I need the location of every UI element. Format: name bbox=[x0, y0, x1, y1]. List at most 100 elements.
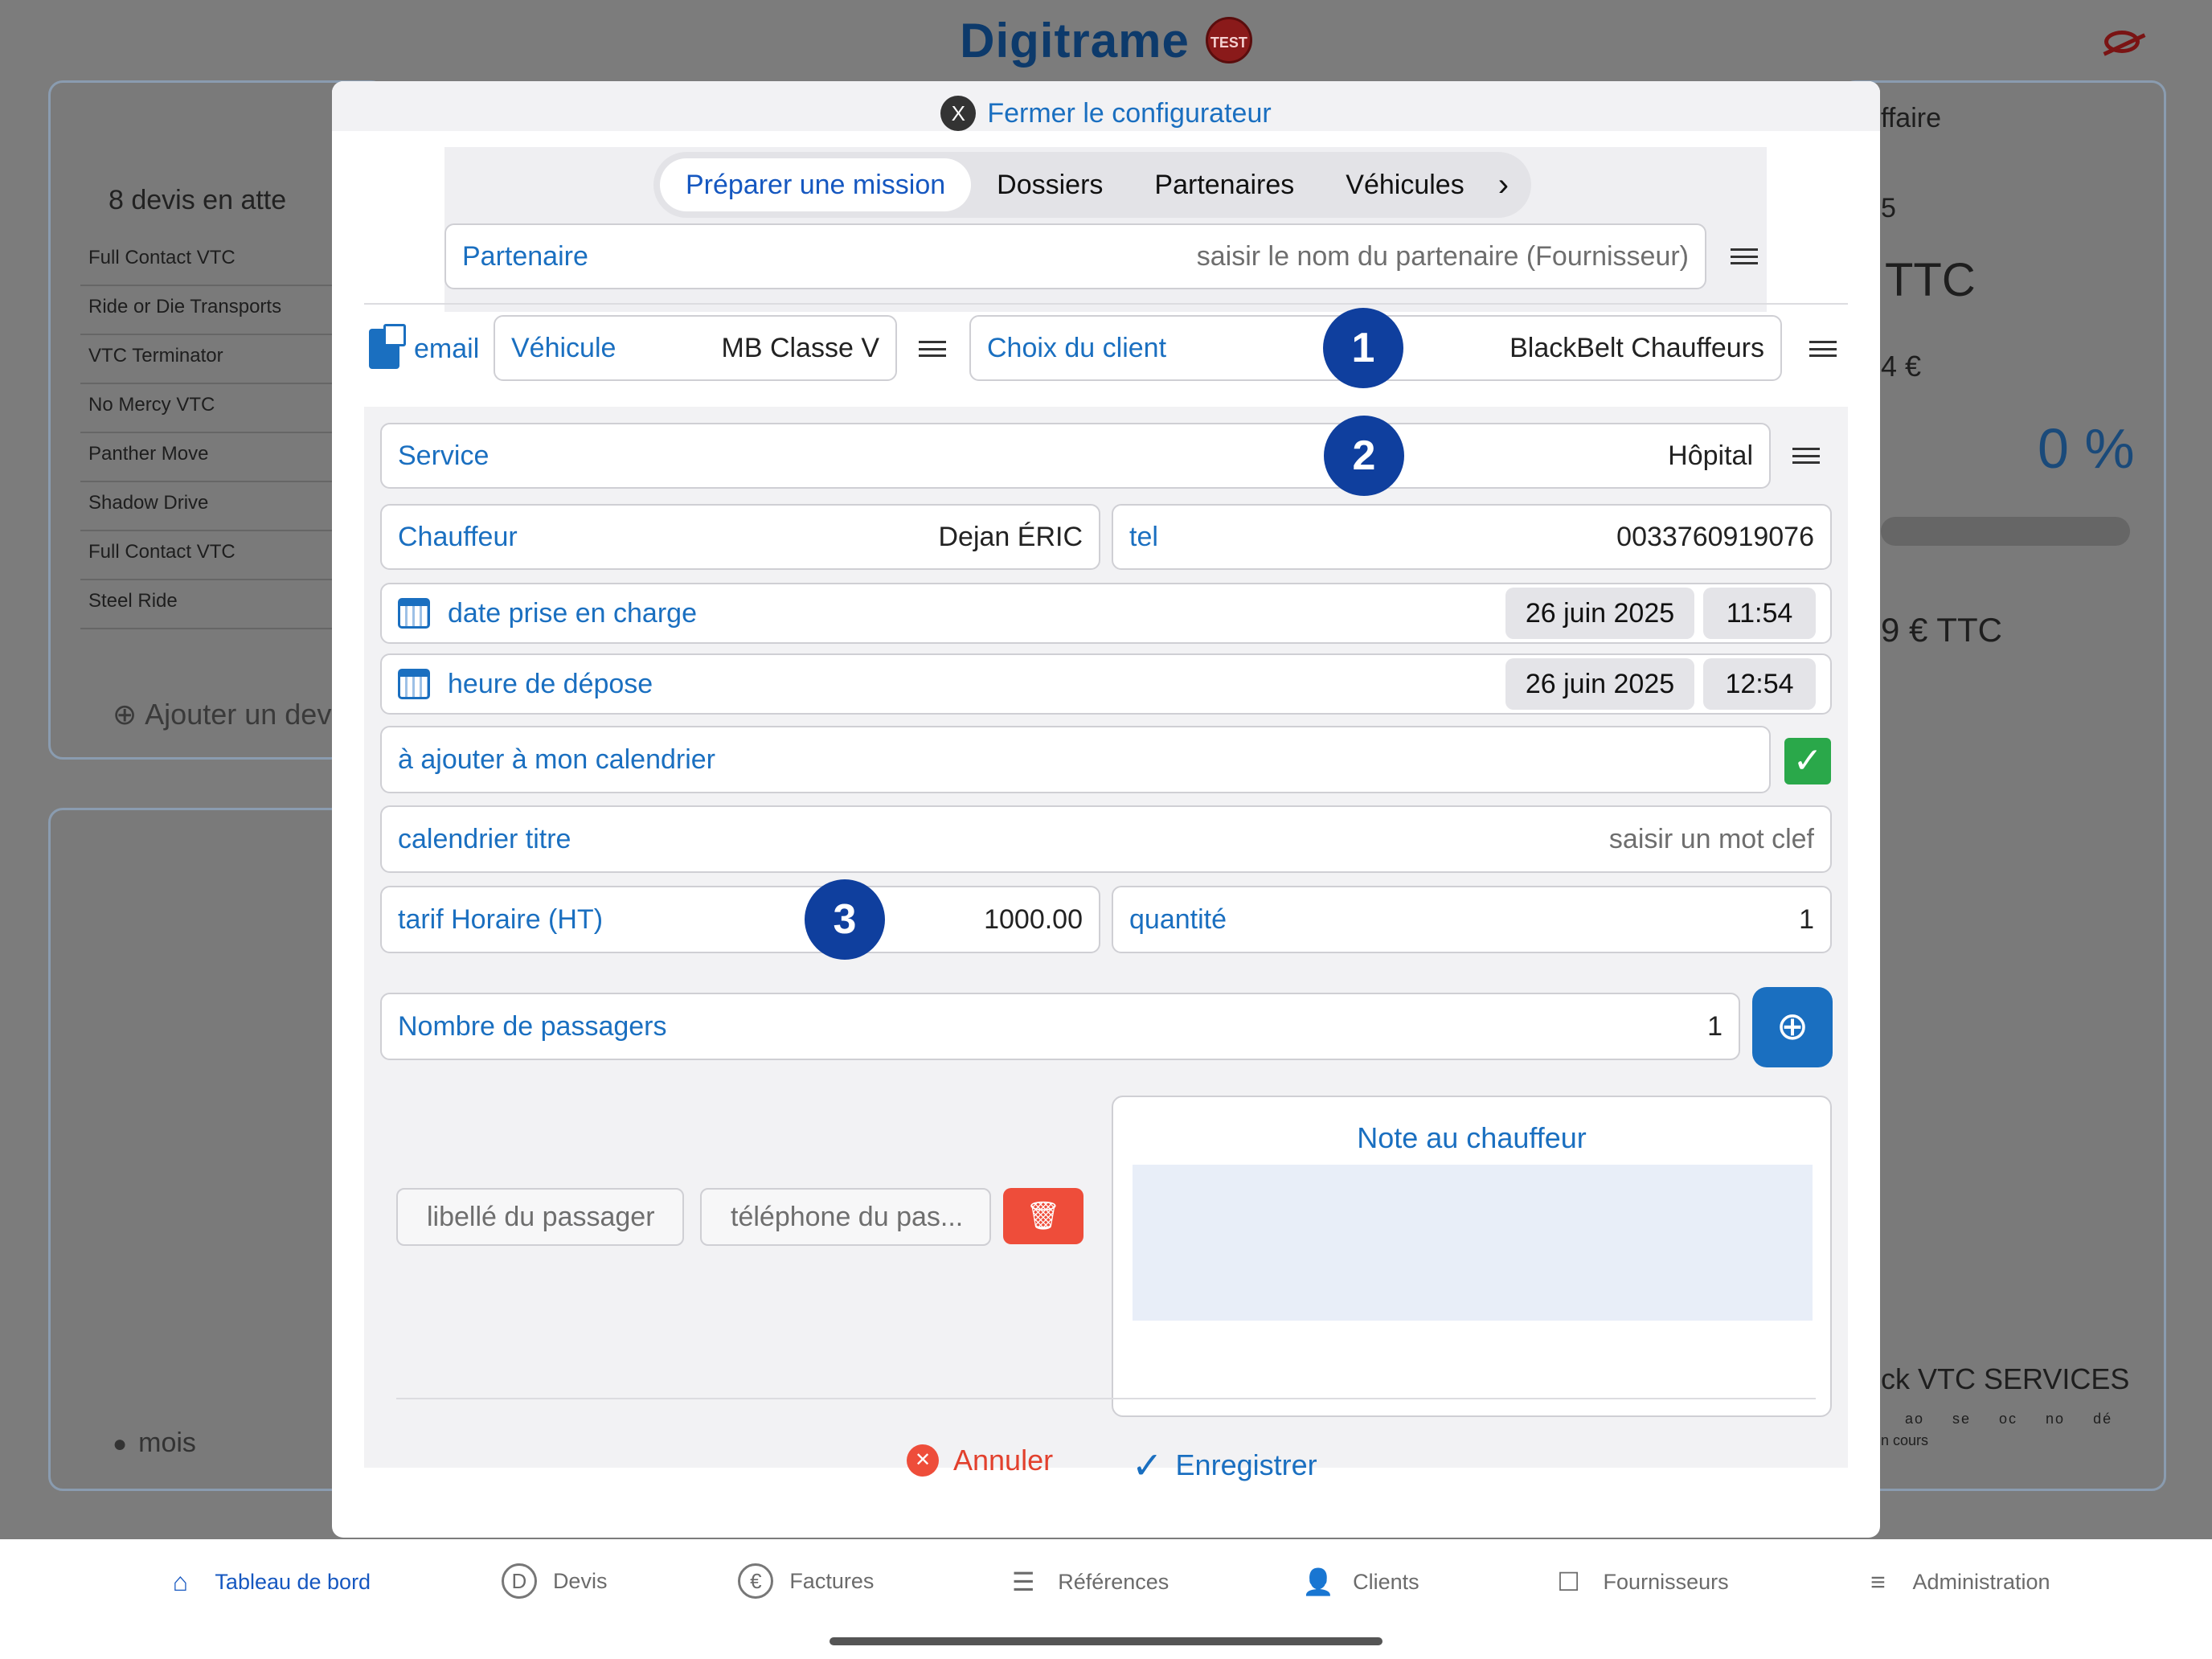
tab-clients[interactable]: 👤 Clients bbox=[1300, 1563, 1419, 1600]
driver-note-textarea[interactable] bbox=[1133, 1165, 1813, 1321]
contact-icon: 👤 bbox=[1302, 1567, 1335, 1596]
hourly-rate-value[interactable]: 1000.00 bbox=[984, 904, 1083, 936]
list-item[interactable]: Shadow Drive bbox=[80, 482, 346, 531]
dropoff-date-picker[interactable]: 26 juin 2025 bbox=[1505, 658, 1694, 710]
quotes-list: Full Contact VTC Ride or Die Transports … bbox=[80, 237, 346, 629]
tab-administration[interactable]: ≡ Administration bbox=[1859, 1563, 2050, 1600]
d-circle-icon: D bbox=[501, 1563, 537, 1599]
add-calendar-field: à ajouter à mon calendrier bbox=[380, 726, 1771, 793]
pickup-time-picker[interactable]: 11:54 bbox=[1703, 588, 1816, 639]
calendar-title-input[interactable]: saisir un mot clef bbox=[1609, 824, 1814, 855]
tel-field[interactable]: tel 0033760919076 bbox=[1112, 504, 1832, 570]
calendar-title-field[interactable]: calendrier titre saisir un mot clef bbox=[380, 805, 1832, 873]
partner-label: Partenaire bbox=[462, 240, 588, 272]
add-passenger-button[interactable]: ⊕ bbox=[1752, 987, 1833, 1067]
tab-quotes[interactable]: D Devis bbox=[501, 1563, 607, 1599]
tab-references[interactable]: ☰ Références bbox=[1005, 1563, 1169, 1600]
vehicle-value: MB Classe V bbox=[721, 332, 880, 363]
tab-label: Fournisseurs bbox=[1603, 1569, 1729, 1594]
client-value: BlackBelt Chauffeurs bbox=[1509, 332, 1764, 363]
client-label: Choix du client bbox=[987, 332, 1167, 363]
driver-label: Chauffeur bbox=[398, 521, 518, 552]
app-logo: Digitrame bbox=[960, 13, 1190, 68]
business-label: ffaire bbox=[1881, 103, 1941, 133]
eye-slash-icon[interactable] bbox=[2104, 31, 2140, 53]
tab-suppliers[interactable]: ☐ Fournisseurs bbox=[1550, 1563, 1729, 1600]
add-calendar-checkbox[interactable]: ✓ bbox=[1784, 738, 1831, 784]
menu-icon[interactable] bbox=[919, 341, 946, 357]
segmented-tabs: Préparer une mission Dossiers Partenaire… bbox=[653, 152, 1532, 218]
home-indicator[interactable] bbox=[830, 1637, 1382, 1645]
business-ttc: TTC bbox=[1885, 254, 1976, 306]
add-calendar-label: à ajouter à mon calendrier bbox=[398, 743, 716, 775]
divider bbox=[364, 303, 1848, 305]
tab-dossiers[interactable]: Dossiers bbox=[971, 158, 1129, 211]
save-label: Enregistrer bbox=[1175, 1448, 1317, 1481]
partner-input[interactable]: saisir le nom du partenaire (Fournisseur… bbox=[1197, 241, 1689, 272]
cancel-button[interactable]: ✕ Annuler bbox=[907, 1444, 1053, 1477]
document-icon bbox=[369, 324, 406, 369]
chart-months: ao se oc no dé bbox=[1905, 1411, 2113, 1427]
checkmark-icon: ✓ bbox=[1132, 1444, 1163, 1486]
list-item[interactable]: VTC Terminator bbox=[80, 335, 346, 384]
cancel-label: Annuler bbox=[953, 1444, 1054, 1477]
chevron-right-icon[interactable]: › bbox=[1490, 167, 1525, 203]
tab-dashboard[interactable]: ⌂ Tableau de bord bbox=[162, 1563, 371, 1600]
list-item[interactable]: Full Contact VTC bbox=[80, 531, 346, 580]
dropoff-label: heure de dépose bbox=[448, 668, 653, 699]
trash-icon: 🗑 bbox=[1026, 1201, 1061, 1231]
menu-icon[interactable] bbox=[1809, 341, 1837, 357]
list-item[interactable]: Ride or Die Transports bbox=[80, 286, 346, 335]
passengers-field[interactable]: Nombre de passagers 1 bbox=[380, 993, 1740, 1060]
driver-field[interactable]: Chauffeur Dejan ÉRIC bbox=[380, 504, 1100, 570]
vehicle-field[interactable]: Véhicule MB Classe V bbox=[494, 315, 897, 381]
menu-icon[interactable] bbox=[1731, 248, 1758, 264]
driver-note-box: Note au chauffeur bbox=[1112, 1096, 1832, 1417]
add-quote-button[interactable]: Ajouter un dev bbox=[113, 698, 331, 731]
tab-vehicules[interactable]: Véhicules bbox=[1320, 158, 1489, 211]
tab-label: Références bbox=[1058, 1569, 1169, 1594]
quantity-field[interactable]: quantité 1 bbox=[1112, 886, 1832, 953]
passengers-value[interactable]: 1 bbox=[1707, 1011, 1722, 1043]
tab-prepare-mission[interactable]: Préparer une mission bbox=[660, 158, 972, 211]
quotes-title: 8 devis en atte bbox=[109, 185, 287, 215]
sliders-icon: ≡ bbox=[1870, 1567, 1886, 1596]
tab-label: Tableau de bord bbox=[215, 1569, 371, 1594]
close-icon: X bbox=[940, 96, 977, 131]
delete-passenger-button[interactable]: 🗑 bbox=[1003, 1188, 1083, 1244]
pickup-date-picker[interactable]: 26 juin 2025 bbox=[1505, 588, 1694, 639]
tab-invoices[interactable]: € Factures bbox=[738, 1563, 874, 1599]
passenger-phone-input[interactable]: téléphone du pas... bbox=[700, 1188, 991, 1246]
home-icon: ⌂ bbox=[172, 1567, 189, 1596]
plus-circle-icon: ⊕ bbox=[1776, 1006, 1809, 1048]
business-percent: 0 % bbox=[2038, 417, 2135, 480]
list-item[interactable]: Panther Move bbox=[80, 433, 346, 482]
menu-icon[interactable] bbox=[1792, 448, 1820, 464]
hourly-rate-field[interactable]: tarif Horaire (HT) 1000.00 bbox=[380, 886, 1100, 953]
dropoff-time-picker[interactable]: 12:54 bbox=[1703, 658, 1816, 710]
calendar-icon bbox=[398, 669, 430, 699]
month-selector[interactable]: mois bbox=[113, 1428, 196, 1459]
save-button[interactable]: ✓ Enregistrer bbox=[1132, 1444, 1317, 1487]
step-badge-1: 1 bbox=[1323, 308, 1403, 388]
tab-label: Factures bbox=[789, 1568, 875, 1593]
tab-partenaires[interactable]: Partenaires bbox=[1129, 158, 1320, 211]
service-label: Service bbox=[398, 440, 490, 471]
service-field[interactable]: Service Hôpital bbox=[380, 423, 1771, 489]
supplier-icon: ☐ bbox=[1557, 1567, 1580, 1596]
progress-bar bbox=[1881, 517, 2130, 546]
driver-value: Dejan ÉRIC bbox=[938, 521, 1083, 552]
partner-field[interactable]: Partenaire saisir le nom du partenaire (… bbox=[444, 223, 1706, 289]
list-item[interactable]: Steel Ride bbox=[80, 580, 346, 629]
vehicle-label: Véhicule bbox=[511, 332, 616, 363]
email-button[interactable]: email bbox=[369, 324, 479, 369]
business-count: 5 bbox=[1881, 193, 1896, 223]
close-configurator-button[interactable]: X Fermer le configurateur bbox=[940, 96, 1272, 131]
chart-legend: n cours bbox=[1881, 1432, 1929, 1448]
list-item[interactable]: Full Contact VTC bbox=[80, 237, 346, 286]
list-item[interactable]: No Mercy VTC bbox=[80, 384, 346, 433]
passenger-name-input[interactable]: libellé du passager bbox=[396, 1188, 684, 1246]
close-circle-icon: ✕ bbox=[907, 1444, 939, 1477]
quantity-value[interactable]: 1 bbox=[1799, 904, 1814, 936]
company-name: ck VTC SERVICES bbox=[1881, 1362, 2130, 1395]
